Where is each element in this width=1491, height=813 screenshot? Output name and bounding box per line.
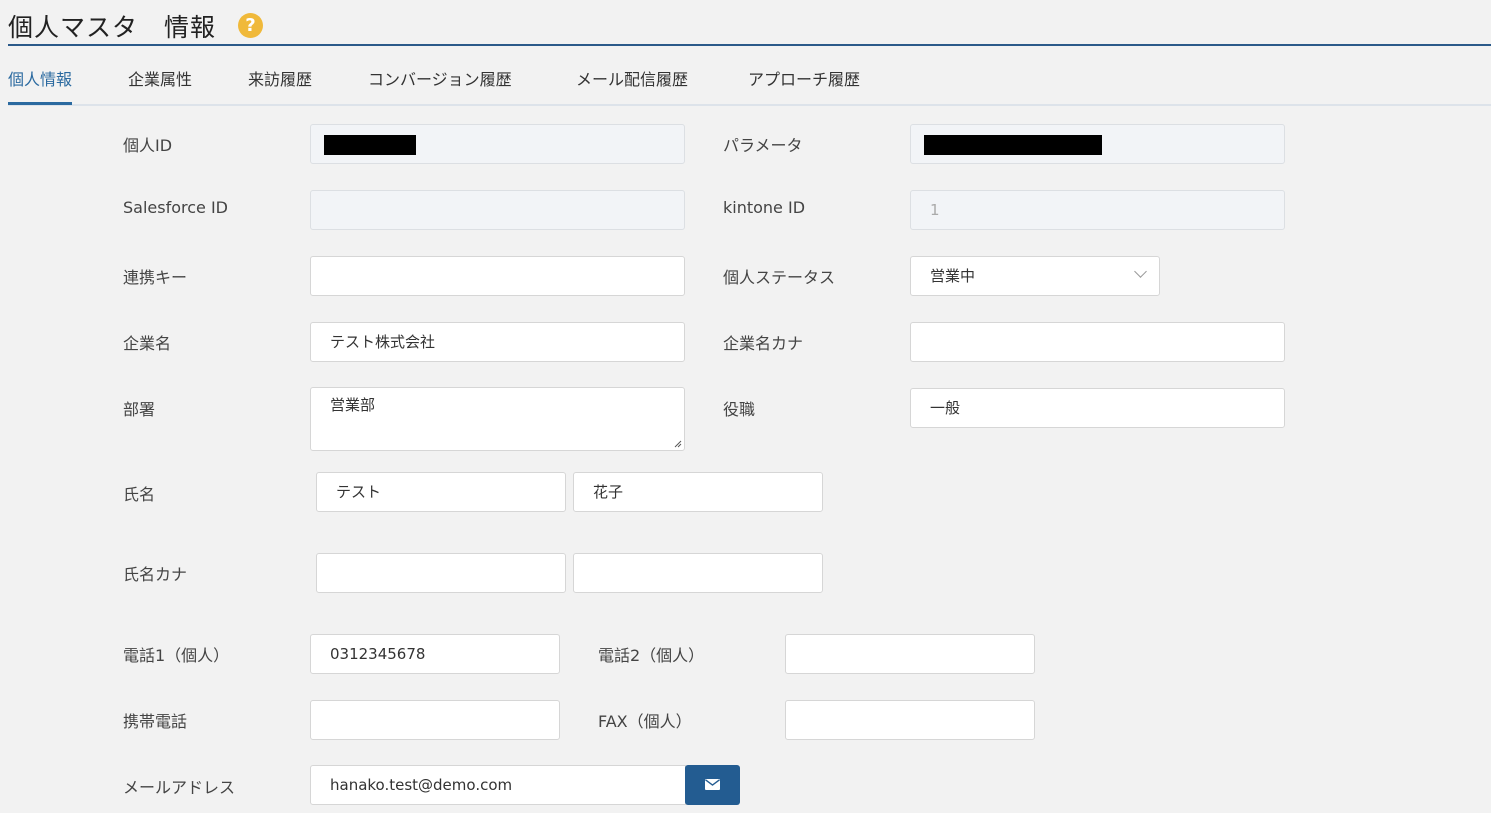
parameter-label: パラメータ <box>723 136 803 155</box>
send-mail-button[interactable] <box>685 765 740 805</box>
position-label: 役職 <box>723 400 756 419</box>
last-name-kana-input[interactable] <box>316 553 566 593</box>
mobile-input[interactable] <box>310 700 560 740</box>
tab-visit-history[interactable]: 来訪履歴 <box>248 64 312 102</box>
name-label: 氏名 <box>123 485 156 504</box>
person-status-label: 個人ステータス <box>723 268 836 287</box>
name-kana-label: 氏名カナ <box>123 565 188 584</box>
phone1-input[interactable]: 0312345678 <box>310 634 560 674</box>
link-key-label: 連携キー <box>123 268 188 287</box>
resize-handle-icon[interactable] <box>674 440 682 448</box>
chevron-down-icon <box>1134 265 1147 278</box>
envelope-icon <box>705 779 720 790</box>
person-master-page: 個人マスタ 情報 ? 個人情報 企業属性 来訪履歴 コンバージョン履歴 メール配… <box>0 0 1491 813</box>
person-status-value: 営業中 <box>930 267 976 285</box>
department-textarea[interactable]: 営業部 <box>310 387 685 451</box>
department-value: 営業部 <box>330 396 376 414</box>
phone2-input[interactable] <box>785 634 1035 674</box>
company-name-label: 企業名 <box>123 334 172 353</box>
kintone-id-field: 1 <box>910 190 1285 230</box>
kintone-id-label: kintone ID <box>723 198 806 217</box>
redacted-block <box>324 135 416 155</box>
tab-personal-info[interactable]: 個人情報 <box>8 64 73 105</box>
fax-label: FAX（個人） <box>598 712 692 731</box>
salesforce-id-label: Salesforce ID <box>123 198 228 217</box>
phone2-label: 電話2（個人） <box>598 646 705 665</box>
question-circle-icon[interactable]: ? <box>238 13 263 38</box>
person-id-field <box>310 124 685 164</box>
email-label: メールアドレス <box>123 778 236 797</box>
tab-company-attributes[interactable]: 企業属性 <box>128 64 192 102</box>
parameter-field <box>910 124 1285 164</box>
phone1-label: 電話1（個人） <box>123 646 230 665</box>
first-name-input[interactable]: 花子 <box>573 472 823 512</box>
salesforce-id-field <box>310 190 685 230</box>
person-status-select[interactable]: 営業中 <box>910 256 1160 296</box>
link-key-input[interactable] <box>310 256 685 296</box>
page-header: 個人マスタ 情報 ? <box>8 0 1491 46</box>
page-title: 個人マスタ 情報 <box>8 13 217 42</box>
fax-input[interactable] <box>785 700 1035 740</box>
company-name-kana-label: 企業名カナ <box>723 334 804 353</box>
company-name-kana-input[interactable] <box>910 322 1285 362</box>
tab-bar: 個人情報 企業属性 来訪履歴 コンバージョン履歴 メール配信履歴 アプローチ履歴 <box>8 64 1491 106</box>
tab-mail-delivery-history[interactable]: メール配信履歴 <box>576 64 688 102</box>
tab-approach-history[interactable]: アプローチ履歴 <box>748 64 860 102</box>
email-input[interactable]: hanako.test@demo.com <box>310 765 686 805</box>
department-label: 部署 <box>123 400 156 419</box>
redacted-block <box>924 135 1102 155</box>
company-name-input[interactable]: テスト株式会社 <box>310 322 685 362</box>
person-id-label: 個人ID <box>123 136 173 155</box>
tab-conversion-history[interactable]: コンバージョン履歴 <box>368 64 512 102</box>
first-name-kana-input[interactable] <box>573 553 823 593</box>
position-input[interactable]: 一般 <box>910 388 1285 428</box>
mobile-label: 携帯電話 <box>123 712 188 731</box>
last-name-input[interactable]: テスト <box>316 472 566 512</box>
